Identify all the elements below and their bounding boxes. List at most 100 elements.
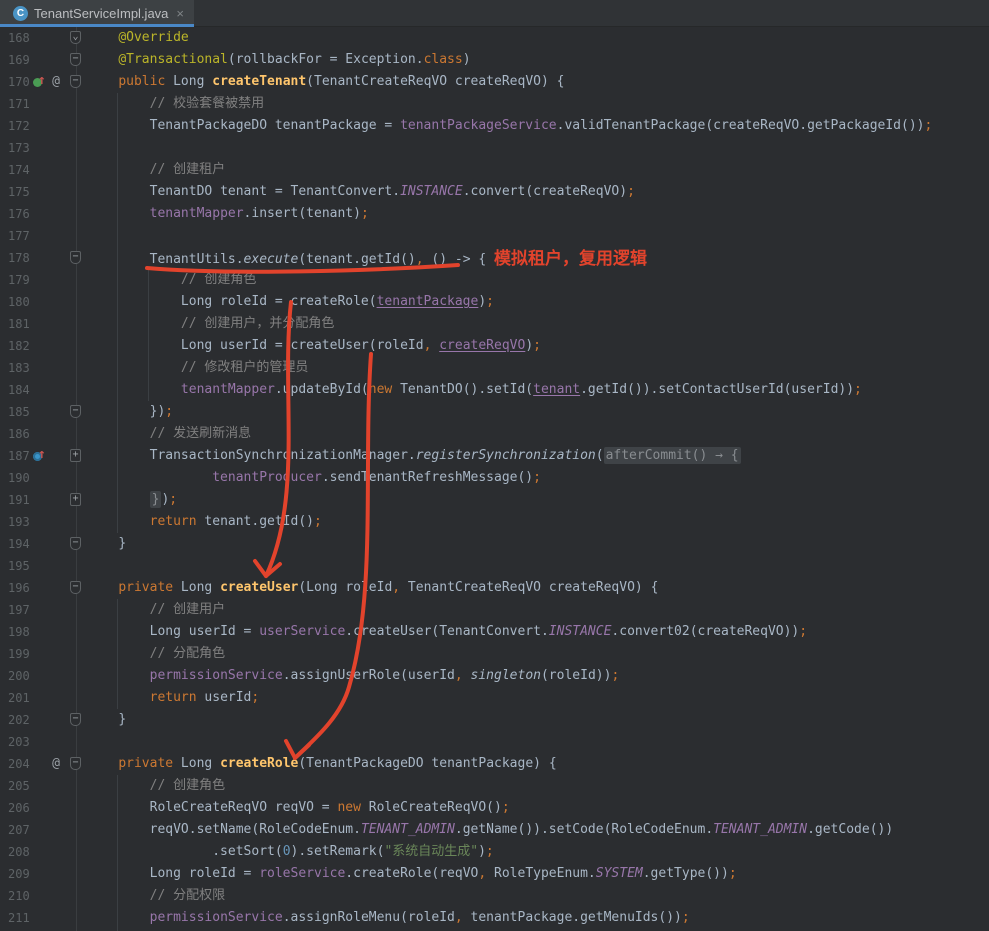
line-number[interactable]: 193: [8, 511, 30, 533]
line-number[interactable]: 200: [8, 665, 30, 687]
line-number[interactable]: 168: [8, 27, 30, 49]
code-line[interactable]: 190 tenantProducer.sendTenantRefreshMess…: [0, 467, 989, 489]
code-line[interactable]: 184 tenantMapper.updateById(new TenantDO…: [0, 379, 989, 401]
code-line[interactable]: 191+ });: [0, 489, 989, 511]
line-number[interactable]: 210: [8, 885, 30, 907]
fold-marker-icon[interactable]: −: [70, 713, 81, 726]
line-number[interactable]: 197: [8, 599, 30, 621]
line-number[interactable]: 191: [8, 489, 30, 511]
line-number[interactable]: 202: [8, 709, 30, 731]
code-line[interactable]: 204@− private Long createRole(TenantPack…: [0, 753, 989, 775]
code-line[interactable]: 202− }: [0, 709, 989, 731]
line-number[interactable]: 171: [8, 93, 30, 115]
tab-tenantserviceimpl-java[interactable]: C TenantServiceImpl.java ×: [0, 0, 194, 27]
line-number[interactable]: 187: [8, 445, 30, 467]
code-line[interactable]: 169− @Transactional(rollbackFor = Except…: [0, 49, 989, 71]
line-number[interactable]: 182: [8, 335, 30, 357]
code-line[interactable]: 199 // 分配角色: [0, 643, 989, 665]
code-line[interactable]: 205 // 创建角色: [0, 775, 989, 797]
line-number[interactable]: 190: [8, 467, 30, 489]
line-number[interactable]: 183: [8, 357, 30, 379]
fold-marker-icon[interactable]: −: [70, 405, 81, 418]
line-number[interactable]: 169: [8, 49, 30, 71]
code-line[interactable]: 178− TenantUtils.execute(tenant.getId(),…: [0, 247, 989, 269]
code-line[interactable]: 210 // 分配权限: [0, 885, 989, 907]
line-number[interactable]: 184: [8, 379, 30, 401]
code-line[interactable]: 207 reqVO.setName(RoleCodeEnum.TENANT_AD…: [0, 819, 989, 841]
line-number[interactable]: 180: [8, 291, 30, 313]
fold-marker-icon[interactable]: +: [70, 493, 81, 506]
line-number[interactable]: 209: [8, 863, 30, 885]
line-number[interactable]: 204: [8, 753, 30, 775]
override-marker-icon[interactable]: ↑: [33, 74, 47, 90]
line-number[interactable]: 201: [8, 687, 30, 709]
fold-marker-icon[interactable]: −: [70, 537, 81, 550]
code-line[interactable]: 195: [0, 555, 989, 577]
fold-marker-icon[interactable]: ⌄: [70, 31, 81, 44]
code-line[interactable]: 177: [0, 225, 989, 247]
code-line[interactable]: 209 Long roleId = roleService.createRole…: [0, 863, 989, 885]
line-number[interactable]: 211: [8, 907, 30, 929]
fold-marker-icon[interactable]: −: [70, 251, 81, 264]
fold-marker-icon[interactable]: −: [70, 757, 81, 770]
fold-marker-icon[interactable]: +: [70, 449, 81, 462]
line-number[interactable]: 175: [8, 181, 30, 203]
line-number[interactable]: 195: [8, 555, 30, 577]
code-line[interactable]: 211 permissionService.assignRoleMenu(rol…: [0, 907, 989, 929]
code-line[interactable]: 193 return tenant.getId();: [0, 511, 989, 533]
code-line[interactable]: 181 // 创建用户，并分配角色: [0, 313, 989, 335]
code-line[interactable]: 172 TenantPackageDO tenantPackage = tena…: [0, 115, 989, 137]
code-line[interactable]: 170↑@− public Long createTenant(TenantCr…: [0, 71, 989, 93]
line-number[interactable]: 179: [8, 269, 30, 291]
code-line[interactable]: 200 permissionService.assignUserRole(use…: [0, 665, 989, 687]
tab-close-icon[interactable]: ×: [176, 6, 184, 21]
line-number[interactable]: 196: [8, 577, 30, 599]
code-line[interactable]: 187↑+ TransactionSynchronizationManager.…: [0, 445, 989, 467]
line-number[interactable]: 181: [8, 313, 30, 335]
line-number[interactable]: 208: [8, 841, 30, 863]
line-number[interactable]: 176: [8, 203, 30, 225]
code-line[interactable]: 197 // 创建用户: [0, 599, 989, 621]
code-line[interactable]: 206 RoleCreateReqVO reqVO = new RoleCrea…: [0, 797, 989, 819]
code-line[interactable]: 185− });: [0, 401, 989, 423]
code-line[interactable]: 173: [0, 137, 989, 159]
annotation-gutter-icon[interactable]: @: [49, 71, 63, 93]
code-editor[interactable]: 168⌄ @Override169− @Transactional(rollba…: [0, 27, 989, 931]
line-number[interactable]: 207: [8, 819, 30, 841]
line-number[interactable]: 186: [8, 423, 30, 445]
code-line[interactable]: 174 // 创建租户: [0, 159, 989, 181]
code-line[interactable]: 179 // 创建角色: [0, 269, 989, 291]
line-number[interactable]: 172: [8, 115, 30, 137]
line-number[interactable]: 173: [8, 137, 30, 159]
fold-marker-icon[interactable]: −: [70, 581, 81, 594]
code-line[interactable]: 176 tenantMapper.insert(tenant);: [0, 203, 989, 225]
code-line[interactable]: 196− private Long createUser(Long roleId…: [0, 577, 989, 599]
code-line[interactable]: 175 TenantDO tenant = TenantConvert.INST…: [0, 181, 989, 203]
code-line[interactable]: 208 .setSort(0).setRemark("系统自动生成");: [0, 841, 989, 863]
line-number[interactable]: 206: [8, 797, 30, 819]
line-number[interactable]: 170: [8, 71, 30, 93]
line-number[interactable]: 174: [8, 159, 30, 181]
code-line[interactable]: 203: [0, 731, 989, 753]
line-number[interactable]: 185: [8, 401, 30, 423]
code-line[interactable]: 194− }: [0, 533, 989, 555]
code-line[interactable]: 201 return userId;: [0, 687, 989, 709]
line-number[interactable]: 177: [8, 225, 30, 247]
line-number[interactable]: 199: [8, 643, 30, 665]
code-line[interactable]: 198 Long userId = userService.createUser…: [0, 621, 989, 643]
override-marker-icon[interactable]: ↑: [33, 448, 47, 464]
fold-marker-icon[interactable]: −: [70, 75, 81, 88]
code-line[interactable]: 183 // 修改租户的管理员: [0, 357, 989, 379]
fold-marker-icon[interactable]: −: [70, 53, 81, 66]
code-line[interactable]: 186 // 发送刷新消息: [0, 423, 989, 445]
line-number[interactable]: 194: [8, 533, 30, 555]
line-number[interactable]: 205: [8, 775, 30, 797]
code-line[interactable]: 182 Long userId = createUser(roleId, cre…: [0, 335, 989, 357]
line-number[interactable]: 178: [8, 247, 30, 269]
code-line[interactable]: 180 Long roleId = createRole(tenantPacka…: [0, 291, 989, 313]
code-line[interactable]: 171 // 校验套餐被禁用: [0, 93, 989, 115]
annotation-gutter-icon[interactable]: @: [49, 753, 63, 775]
code-line[interactable]: 168⌄ @Override: [0, 27, 989, 49]
line-number[interactable]: 203: [8, 731, 30, 753]
line-number[interactable]: 198: [8, 621, 30, 643]
